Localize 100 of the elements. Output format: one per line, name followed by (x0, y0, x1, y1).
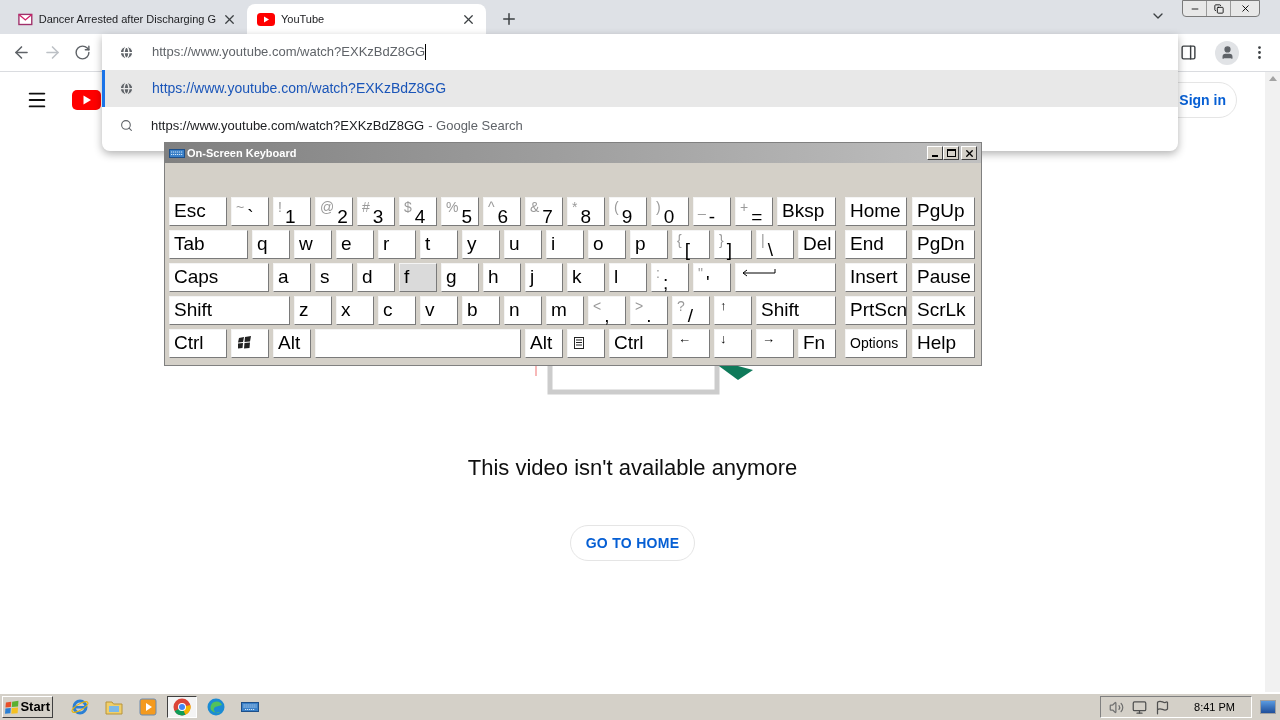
keyboard-key[interactable]: "' (693, 263, 731, 292)
keyboard-key[interactable]: Ctrl (609, 329, 668, 358)
chrome-icon (173, 698, 191, 716)
keyboard-key[interactable]: g (441, 263, 479, 292)
maximize-button[interactable] (943, 146, 959, 160)
flag-icon[interactable] (1155, 699, 1171, 715)
keyboard-key[interactable]: }] (714, 230, 752, 259)
keyboard-key[interactable]: o (588, 230, 626, 259)
keyboard-icon (169, 148, 185, 158)
keyboard-key[interactable]: Tab (169, 230, 248, 259)
keyboard-key[interactable]: PrtScn (845, 296, 907, 325)
keyboard-key[interactable]: ~` (231, 197, 269, 226)
keyboard-key[interactable]: Fn (798, 329, 836, 358)
keyboard-key[interactable]: Help (912, 329, 975, 358)
keyboard-key[interactable]: Home (845, 197, 907, 226)
profile-avatar[interactable] (1215, 40, 1239, 65)
youtube-logo-icon[interactable] (72, 90, 101, 110)
windows-logo-icon (238, 336, 252, 349)
keyboard-key[interactable]: !1 (273, 197, 311, 226)
keyboard-key[interactable]: ← (672, 329, 710, 358)
keyboard-key[interactable]: _- (693, 197, 731, 226)
keyboard-key[interactable]: w (294, 230, 332, 259)
globe-e-icon (71, 698, 89, 716)
keyboard-key[interactable] (231, 329, 269, 358)
keyboard-key[interactable]: @2 (315, 197, 353, 226)
keyboard-key[interactable]: y (462, 230, 500, 259)
keyboard-key[interactable] (567, 329, 605, 358)
keyboard-key[interactable]: Alt (273, 329, 311, 358)
keyboard-key[interactable]: *8 (567, 197, 605, 226)
keyboard-key[interactable]: Shift (169, 296, 290, 325)
keyboard-key[interactable]: Insert (845, 263, 907, 292)
keyboard-key[interactable]: p (630, 230, 668, 259)
keyboard-key[interactable]: d (357, 263, 395, 292)
keyboard-key[interactable]: h (483, 263, 521, 292)
keyboard-key[interactable]: ^6 (483, 197, 521, 226)
keyboard-key[interactable]: b (462, 296, 500, 325)
network-icon[interactable] (1132, 699, 1148, 715)
keyboard-key[interactable]: m (546, 296, 584, 325)
keyboard-key[interactable]: l (609, 263, 647, 292)
keyboard-key[interactable]: ↑ (714, 296, 752, 325)
keyboard-key[interactable]: z (294, 296, 332, 325)
keyboard-key[interactable]: PgDn (912, 230, 975, 259)
media-player-icon (139, 698, 157, 716)
keyboard-key[interactable]: f (399, 263, 437, 292)
keyboard-key[interactable]: Shift (756, 296, 836, 325)
keyboard-key[interactable]: n (504, 296, 542, 325)
keyboard-key[interactable]: Alt (525, 329, 563, 358)
keyboard-key[interactable]: += (735, 197, 773, 226)
keyboard-key[interactable]: $4 (399, 197, 437, 226)
browser-tab[interactable]: Dancer Arrested after Discharging G (8, 4, 247, 34)
keyboard-key[interactable]: )0 (651, 197, 689, 226)
show-desktop-icon[interactable] (1260, 700, 1276, 714)
keyboard-key[interactable]: → (756, 329, 794, 358)
keyboard-key[interactable]: &7 (525, 197, 563, 226)
keyboard-key[interactable]: Pause (912, 263, 975, 292)
start-button[interactable]: Start (2, 696, 53, 718)
suggestion-row[interactable]: https://www.youtube.com/watch?EXKzBdZ8GG (102, 70, 1178, 107)
scrollbar[interactable] (1265, 72, 1280, 692)
browser-tab[interactable]: YouTube (247, 4, 486, 34)
keyboard-key[interactable]: Options (845, 329, 907, 358)
keyboard-key[interactable]: x (336, 296, 374, 325)
side-panel-icon[interactable] (1180, 44, 1197, 61)
keyboard-key[interactable]: Caps (169, 263, 269, 292)
keyboard-key[interactable]: End (845, 230, 907, 259)
keyboard-key[interactable]: (9 (609, 197, 647, 226)
new-tab-icon[interactable] (500, 10, 518, 28)
close-window-button[interactable] (961, 146, 977, 160)
keyboard-key[interactable]: e (336, 230, 374, 259)
keyboard-key[interactable]: k (567, 263, 605, 292)
keyboard-key[interactable]: v (420, 296, 458, 325)
back-icon[interactable] (12, 43, 31, 62)
volume-icon[interactable] (1109, 699, 1125, 715)
keyboard-key[interactable]: ↓ (714, 329, 752, 358)
keyboard-key[interactable]: u (504, 230, 542, 259)
keyboard-key[interactable]: j (525, 263, 563, 292)
keyboard-key[interactable]: ?/ (672, 296, 710, 325)
keyboard-key[interactable]: :; (651, 263, 689, 292)
keyboard-key[interactable]: Bksp (777, 197, 836, 226)
restore-icon (1213, 3, 1224, 14)
keyboard-key[interactable]: >. (630, 296, 668, 325)
keyboard-key[interactable]: <, (588, 296, 626, 325)
keyboard-key[interactable]: s (315, 263, 353, 292)
keyboard-key[interactable]: a (273, 263, 311, 292)
keyboard-key[interactable]: i (546, 230, 584, 259)
keyboard-key[interactable]: Del (798, 230, 836, 259)
keyboard-key[interactable]: |\ (756, 230, 794, 259)
keyboard-key[interactable]: {[ (672, 230, 710, 259)
keyboard-key[interactable]: ScrLk (912, 296, 975, 325)
taskbar-app[interactable] (167, 696, 197, 718)
keyboard-key[interactable]: c (378, 296, 416, 325)
keyboard-key[interactable]: q (252, 230, 290, 259)
keyboard-key[interactable]: Esc (169, 197, 227, 226)
reload-icon[interactable] (74, 44, 91, 61)
keyboard-key[interactable]: %5 (441, 197, 479, 226)
keyboard-key[interactable]: PgUp (912, 197, 975, 226)
keyboard-key[interactable]: Ctrl (169, 329, 227, 358)
keyboard-key[interactable]: #3 (357, 197, 395, 226)
keyboard-key[interactable]: r (378, 230, 416, 259)
address-field[interactable]: https://www.youtube.com/watch?EXKzBdZ8GG (152, 42, 427, 62)
keyboard-key[interactable]: t (420, 230, 458, 259)
